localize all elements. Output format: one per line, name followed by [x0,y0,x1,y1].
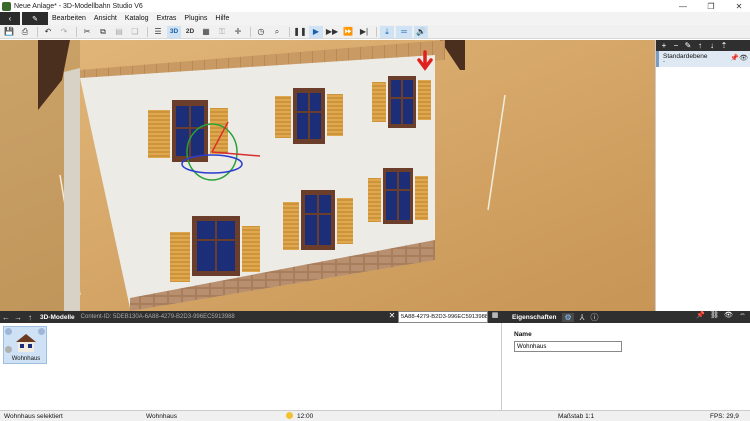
layer-item[interactable]: Standardebene - 📌 👁 [656,51,750,67]
duplicate-icon[interactable]: ❏ [128,26,142,38]
tile-label: Wohnhaus [11,356,41,362]
gear-icon[interactable]: ⚙ [562,312,574,322]
faster-forward-icon[interactable]: ⏩ [341,26,355,38]
window-title: Neue Anlage* - 3D-Modellbahn Studio V6 [14,2,143,10]
print-icon[interactable]: ⎙ [18,26,32,38]
favorite-icon[interactable] [38,328,45,335]
view-3d-button[interactable]: 3D [167,25,181,38]
properties-header: Eigenschaften ⚙ ⅄ ⓘ 📌 ⛓ 👁 ⇔ [502,311,750,323]
layer-subtitle: - [663,59,665,65]
crosshair-icon[interactable]: ✛ [231,26,245,38]
menu-katalog[interactable]: Katalog [121,15,153,22]
layers-toolbar: + − ✎ ↑ ↓ ⇡ [656,40,750,51]
search-input[interactable]: 5A88-4279-B2D3-996EC5913988 [398,311,488,323]
menu-plugins[interactable]: Plugins [180,15,211,22]
grid-view-icon[interactable]: ▦ [488,311,502,323]
sun-icon[interactable] [286,412,293,419]
grid-icon[interactable]: ▦ [199,26,213,38]
settings-icon[interactable] [5,346,12,353]
time-status[interactable]: 12:00 [297,413,313,420]
catalog-title[interactable]: 3D-Modelle [40,314,75,321]
toolbar-divider [250,26,251,37]
info-circle-icon[interactable]: ⓘ [591,312,599,323]
step-forward-icon[interactable]: ▶| [357,26,371,38]
content-id: Content-ID: 5DEB130A-6A88-4279-B2D3-996E… [80,314,235,320]
catalog-area: Wohnhaus [0,323,502,410]
house-side-wall [64,68,80,311]
link-icon[interactable]: ⛓ [708,311,721,323]
add-layer-icon[interactable]: + [658,41,670,50]
hierarchy-icon[interactable]: ⅄ [580,313,585,322]
paste-icon[interactable]: ▤ [112,26,126,38]
move-down-icon[interactable]: ↓ [706,41,718,50]
status-bar: Wohnhaus selektiert Wohnhaus 12:00 Maßst… [0,410,750,421]
play-icon[interactable]: ▶ [309,25,323,38]
list-icon[interactable]: ☰ [151,26,165,38]
toolbar-divider [289,26,290,37]
view-2d-button[interactable]: 2D [183,26,197,38]
toolbar-divider [76,26,77,37]
title-bar: Neue Anlage* - 3D-Modellbahn Studio V6 —… [0,0,750,12]
redo-icon[interactable]: ↷ [57,26,71,38]
back-icon[interactable]: ‹ [0,12,20,25]
catalog-header: ← → ↑ 3D-Modelle Content-ID: 5DEB130A-6A… [0,311,398,323]
clock-icon[interactable]: ◷ [254,26,268,38]
app-logo-icon [2,1,11,11]
3d-viewport[interactable] [0,40,655,311]
expand-icon[interactable]: ⇔ [736,311,749,323]
layers-panel: + − ✎ ↑ ↓ ⇡ Standardebene - 📌 👁 [655,40,750,311]
name-field[interactable] [514,341,622,352]
edit-layer-icon[interactable]: ✎ [682,41,694,50]
window [275,88,343,144]
copy-icon[interactable]: ⧉ [96,26,110,38]
properties-panel: Name [503,323,750,410]
menu-hilfe[interactable]: Hilfe [211,15,233,22]
selection-status: Wohnhaus selektiert [4,413,63,420]
fps-status: FPS: 29,9 [710,413,739,420]
collapse-icon[interactable]: ⇡ [718,41,730,50]
toolbar-divider [37,26,38,37]
toolbar-divider [147,26,148,37]
object-status: Wohnhaus [146,413,177,420]
cut-icon[interactable]: ✂ [80,26,94,38]
minimize-button[interactable]: — [672,0,694,12]
track-icon[interactable]: ═ [396,25,412,38]
model-tile[interactable]: Wohnhaus [3,326,47,364]
undo-icon[interactable]: ↶ [41,26,55,38]
up-arrow-icon[interactable]: ↑ [24,313,36,322]
restore-button[interactable]: ❐ [700,0,722,12]
pause-icon[interactable]: ❚❚ [293,26,307,38]
menu-bar: ‹ ✎ Bearbeiten Ansicht Katalog Extras Pl… [0,12,750,25]
close-button[interactable]: ✕ [728,0,750,12]
menu-extras[interactable]: Extras [153,15,181,22]
back-arrow-icon[interactable]: ← [0,313,12,322]
pin-icon[interactable]: 📌 [694,311,707,323]
info-icon[interactable] [5,328,12,335]
eye-icon[interactable]: 👁 [722,311,735,323]
lock-icon[interactable]: ⚿ [215,26,229,38]
toolbar-divider [376,26,377,37]
menu-bearbeiten[interactable]: Bearbeiten [48,15,90,22]
forward-arrow-icon[interactable]: → [12,313,24,322]
save-icon[interactable]: 💾 [2,26,16,38]
remove-layer-icon[interactable]: − [670,41,682,50]
pin-icon[interactable]: 📌 [730,54,739,62]
download-icon[interactable]: ⤓ [380,25,394,38]
edit-mode-icon[interactable]: ✎ [22,12,48,25]
eye-icon[interactable]: 👁 [739,54,748,62]
layer-name: Standardebene [663,53,708,60]
fast-forward-icon[interactable]: ▶▶ [325,26,339,38]
sound-icon[interactable]: 🔊 [414,25,428,38]
move-up-icon[interactable]: ↑ [694,41,706,50]
menu-ansicht[interactable]: Ansicht [90,15,121,22]
main-toolbar: 💾 ⎙ ↶ ↷ ✂ ⧉ ▤ ❏ ☰ 3D 2D ▦ ⚿ ✛ ◷ ⌕ ❚❚ ▶ ▶… [0,25,750,39]
camera-icon[interactable]: ⌕ [270,26,284,38]
close-icon[interactable]: ✕ [386,311,398,323]
properties-title: Eigenschaften [512,313,557,321]
house-thumbnail-icon [16,334,36,352]
name-label: Name [514,331,532,338]
scale-status: Maßstab 1:1 [558,413,595,420]
